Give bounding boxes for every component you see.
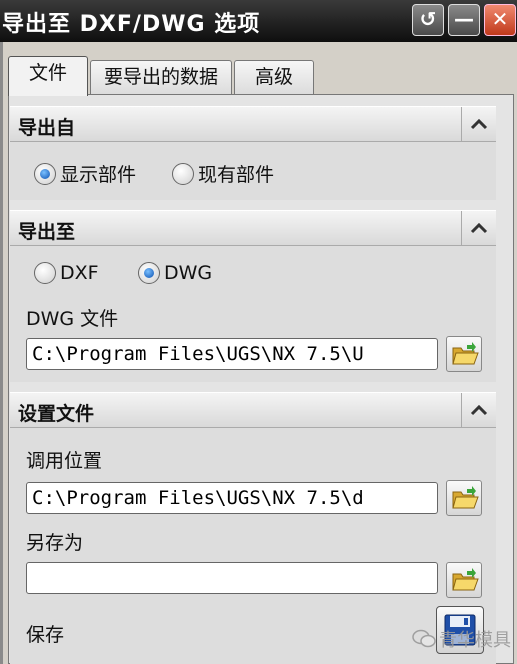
radio-selected-icon (34, 162, 56, 185)
load-location-label: 调用位置 (26, 450, 103, 472)
radio-displayed-part[interactable]: 显示部件 (34, 160, 136, 187)
radio-dxf[interactable]: DXF (34, 262, 99, 284)
chevron-up-icon[interactable] (461, 393, 496, 427)
chevron-up-icon[interactable] (461, 211, 496, 245)
radio-dwg[interactable]: DWG (138, 262, 212, 284)
section-header-export-to[interactable]: 导出至 (10, 210, 496, 246)
tab-data-to-export[interactable]: 要导出的数据 (90, 60, 232, 94)
dwg-file-input[interactable]: C:\Program Files\UGS\NX 7.5\U (26, 338, 438, 370)
watermark: 青华模具 (412, 626, 511, 652)
browse-load-location-button[interactable] (446, 480, 482, 516)
tab-advanced[interactable]: 高级 (234, 60, 314, 94)
watermark-text: 青华模具 (439, 630, 511, 651)
section-title: 导出自 (18, 117, 76, 139)
radio-label: 现有部件 (198, 164, 275, 186)
radio-unselected-icon (172, 162, 194, 185)
save-as-label: 另存为 (26, 532, 84, 554)
chevron-up-icon[interactable] (461, 107, 496, 141)
minimize-button[interactable]: — (448, 4, 480, 36)
section-header-settings-file[interactable]: 设置文件 (10, 392, 496, 428)
save-as-input[interactable] (26, 562, 438, 594)
restore-button[interactable]: ↺ (412, 4, 444, 36)
folder-open-icon (452, 568, 479, 591)
section-title: 设置文件 (18, 403, 95, 425)
section-title: 导出至 (18, 221, 76, 243)
title-bar: 导出至 DXF/DWG 选项 ↺ — ✕ (0, 0, 517, 42)
save-label: 保存 (26, 624, 65, 646)
browse-save-as-button[interactable] (446, 562, 482, 598)
folder-open-icon (452, 342, 479, 365)
wechat-icon (412, 629, 436, 648)
tab-file[interactable]: 文件 (8, 56, 88, 96)
close-button[interactable]: ✕ (484, 4, 516, 36)
radio-existing-part[interactable]: 现有部件 (172, 160, 274, 187)
load-location-input[interactable]: C:\Program Files\UGS\NX 7.5\d (26, 482, 438, 514)
radio-label: 显示部件 (60, 164, 137, 186)
browse-dwg-file-button[interactable] (446, 336, 482, 372)
window-title: 导出至 DXF/DWG 选项 (2, 12, 261, 37)
section-header-export-from[interactable]: 导出自 (10, 106, 496, 142)
radio-selected-icon (138, 262, 160, 284)
radio-label: DXF (60, 262, 99, 284)
dwg-file-label: DWG 文件 (26, 308, 119, 330)
radio-unselected-icon (34, 262, 56, 284)
folder-open-icon (452, 486, 479, 509)
radio-label: DWG (164, 262, 213, 284)
